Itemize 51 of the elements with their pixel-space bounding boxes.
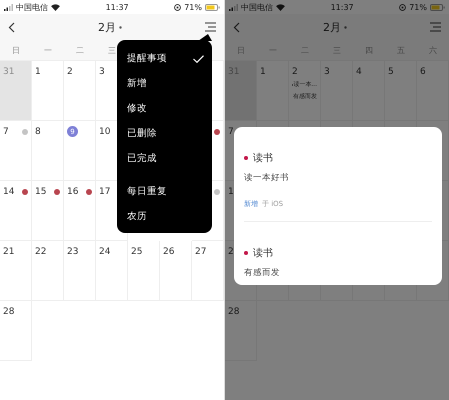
menu-item[interactable]: 新增 — [117, 71, 212, 96]
day-number[interactable]: 2 — [292, 66, 298, 76]
event-title: 读书 — [253, 246, 273, 260]
weekday-label: 一 — [43, 44, 53, 56]
month-title[interactable]: 2月 — [98, 20, 116, 34]
event-body: 有感而发 — [244, 267, 281, 279]
day-number[interactable]: 1 — [260, 66, 266, 76]
day-number[interactable]: 15 — [35, 186, 46, 196]
menu-item[interactable]: 已删除 — [117, 121, 212, 146]
weekday-label: 二 — [75, 44, 85, 56]
menu-item[interactable]: 已完成 — [117, 146, 212, 171]
menu-item[interactable]: 每日重复 — [117, 179, 212, 204]
carrier-name: 中国电信 — [16, 2, 48, 12]
day-number[interactable]: 28 — [228, 306, 240, 316]
day-number[interactable]: 25 — [131, 246, 142, 256]
menu-item[interactable]: 提醒事项 — [117, 46, 212, 71]
battery-percent: 71% — [184, 2, 202, 12]
day-number[interactable]: 1 — [35, 66, 41, 76]
day-number[interactable]: 10 — [99, 126, 110, 136]
day-number[interactable]: 16 — [67, 186, 78, 196]
day-number[interactable]: 24 — [99, 246, 110, 256]
carrier-name: 中国电信 — [241, 2, 273, 12]
day-number[interactable]: 1 — [228, 186, 234, 196]
menu-item[interactable]: 修改 — [117, 96, 212, 121]
clock-time: 11:37 — [330, 2, 354, 12]
battery-percent: 71% — [409, 2, 427, 12]
event-body: 读一本好书 — [244, 172, 290, 184]
event-title: 读书 — [253, 152, 273, 165]
menu-item[interactable]: 农历 — [117, 204, 212, 229]
day-number[interactable]: 22 — [35, 246, 46, 256]
day-number[interactable]: 8 — [35, 126, 41, 136]
day-number[interactable]: 14 — [3, 186, 14, 196]
day-number[interactable]: 26 — [163, 246, 174, 256]
day-number[interactable]: 3 — [324, 66, 330, 76]
day-number[interactable]: 6 — [420, 66, 426, 76]
day-number[interactable]: 27 — [195, 246, 206, 256]
day-number[interactable]: 7 — [3, 126, 9, 136]
day-number[interactable]: 5 — [388, 66, 394, 76]
day-number[interactable]: 23 — [67, 246, 78, 256]
day-number[interactable]: 3 — [99, 66, 105, 76]
day-number[interactable]: 2 — [67, 66, 73, 76]
weekday-label: 三 — [107, 44, 117, 56]
day-number[interactable]: 7 — [228, 126, 234, 136]
day-number[interactable]: 28 — [3, 306, 14, 316]
day-number[interactable]: 2 — [228, 246, 234, 256]
clock-time: 11:37 — [106, 2, 129, 12]
day-number[interactable]: 4 — [356, 66, 362, 76]
day-number[interactable]: 21 — [3, 246, 14, 256]
weekday-label: 日 — [11, 44, 21, 56]
month-title[interactable]: 2月 — [323, 20, 341, 34]
day-number[interactable]: 17 — [99, 186, 110, 196]
